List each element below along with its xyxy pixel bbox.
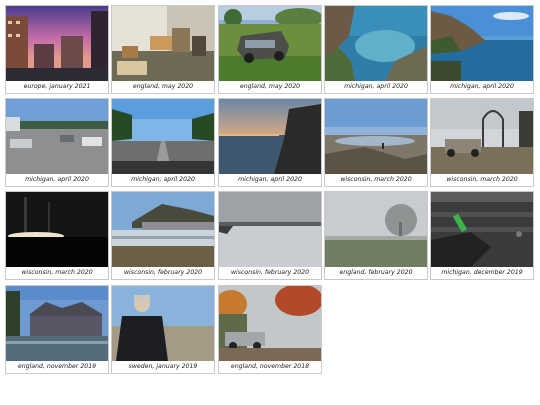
photo-thumbnail[interactable] (219, 6, 321, 81)
photo-caption: wisconsin, march 2020 (446, 176, 518, 183)
photo-card[interactable]: wisconsin, march 2020 (324, 98, 428, 187)
photo-thumbnail[interactable] (112, 286, 214, 361)
photo-thumbnail[interactable] (6, 192, 108, 267)
photo-caption: michigan, april 2020 (131, 176, 195, 183)
photo-card[interactable]: england, november 2019 (5, 285, 109, 374)
photo-caption: michigan, april 2020 (450, 83, 514, 90)
photo-caption: england, may 2020 (239, 83, 301, 90)
photo-thumbnail[interactable] (6, 6, 108, 81)
photo-card[interactable]: wisconsin, march 2020 (430, 98, 534, 187)
photo-thumbnail[interactable] (6, 286, 108, 361)
photo-caption: michigan, april 2020 (25, 176, 89, 183)
photo-thumbnail[interactable] (325, 6, 427, 81)
photo-thumbnail[interactable] (325, 192, 427, 267)
photo-caption: wisconsin, march 2020 (21, 269, 93, 276)
photo-thumbnail[interactable] (219, 99, 321, 174)
photo-caption: wisconsin, march 2020 (340, 176, 412, 183)
photo-thumbnail[interactable] (6, 99, 108, 174)
photo-caption: michigan, december 2019 (441, 269, 523, 276)
photo-caption: europe, january 2021 (23, 83, 91, 90)
photo-thumbnail[interactable] (431, 192, 533, 267)
photo-caption: sweden, january 2019 (128, 363, 198, 370)
photo-card[interactable]: michigan, april 2020 (5, 98, 109, 187)
photo-thumbnail[interactable] (219, 286, 321, 361)
photo-thumbnail[interactable] (112, 6, 214, 81)
photo-card[interactable]: michigan, december 2019 (430, 191, 534, 280)
photo-thumbnail[interactable] (112, 99, 214, 174)
photo-card[interactable]: europe, january 2021 (5, 5, 109, 94)
photo-card[interactable]: wisconsin, march 2020 (5, 191, 109, 280)
photo-card[interactable]: wisconsin, february 2020 (218, 191, 322, 280)
photo-card[interactable]: england, november 2018 (218, 285, 322, 374)
photo-caption: england, november 2019 (17, 363, 97, 370)
photo-caption: england, november 2018 (230, 363, 310, 370)
photo-caption: wisconsin, february 2020 (231, 269, 309, 276)
photo-caption: michigan, april 2020 (238, 176, 302, 183)
photo-card[interactable]: wisconsin, february 2020 (111, 191, 215, 280)
photo-card[interactable]: england, may 2020 (218, 5, 322, 94)
photo-card[interactable]: michigan, april 2020 (324, 5, 428, 94)
photo-card[interactable]: michigan, april 2020 (430, 5, 534, 94)
photo-card[interactable]: sweden, january 2019 (111, 285, 215, 374)
photo-card[interactable]: england, february 2020 (324, 191, 428, 280)
photo-thumbnail[interactable] (325, 99, 427, 174)
photo-thumbnail[interactable] (431, 6, 533, 81)
photo-thumbnail[interactable] (219, 192, 321, 267)
photo-card[interactable]: michigan, april 2020 (111, 98, 215, 187)
photo-thumbnail[interactable] (112, 192, 214, 267)
photo-caption: england, may 2020 (132, 83, 194, 90)
photo-caption: england, february 2020 (339, 269, 413, 276)
photo-thumbnail[interactable] (431, 99, 533, 174)
photo-card[interactable]: england, may 2020 (111, 5, 215, 94)
photo-caption: michigan, april 2020 (344, 83, 408, 90)
photo-caption: wisconsin, february 2020 (124, 269, 202, 276)
photo-card[interactable]: michigan, april 2020 (218, 98, 322, 187)
